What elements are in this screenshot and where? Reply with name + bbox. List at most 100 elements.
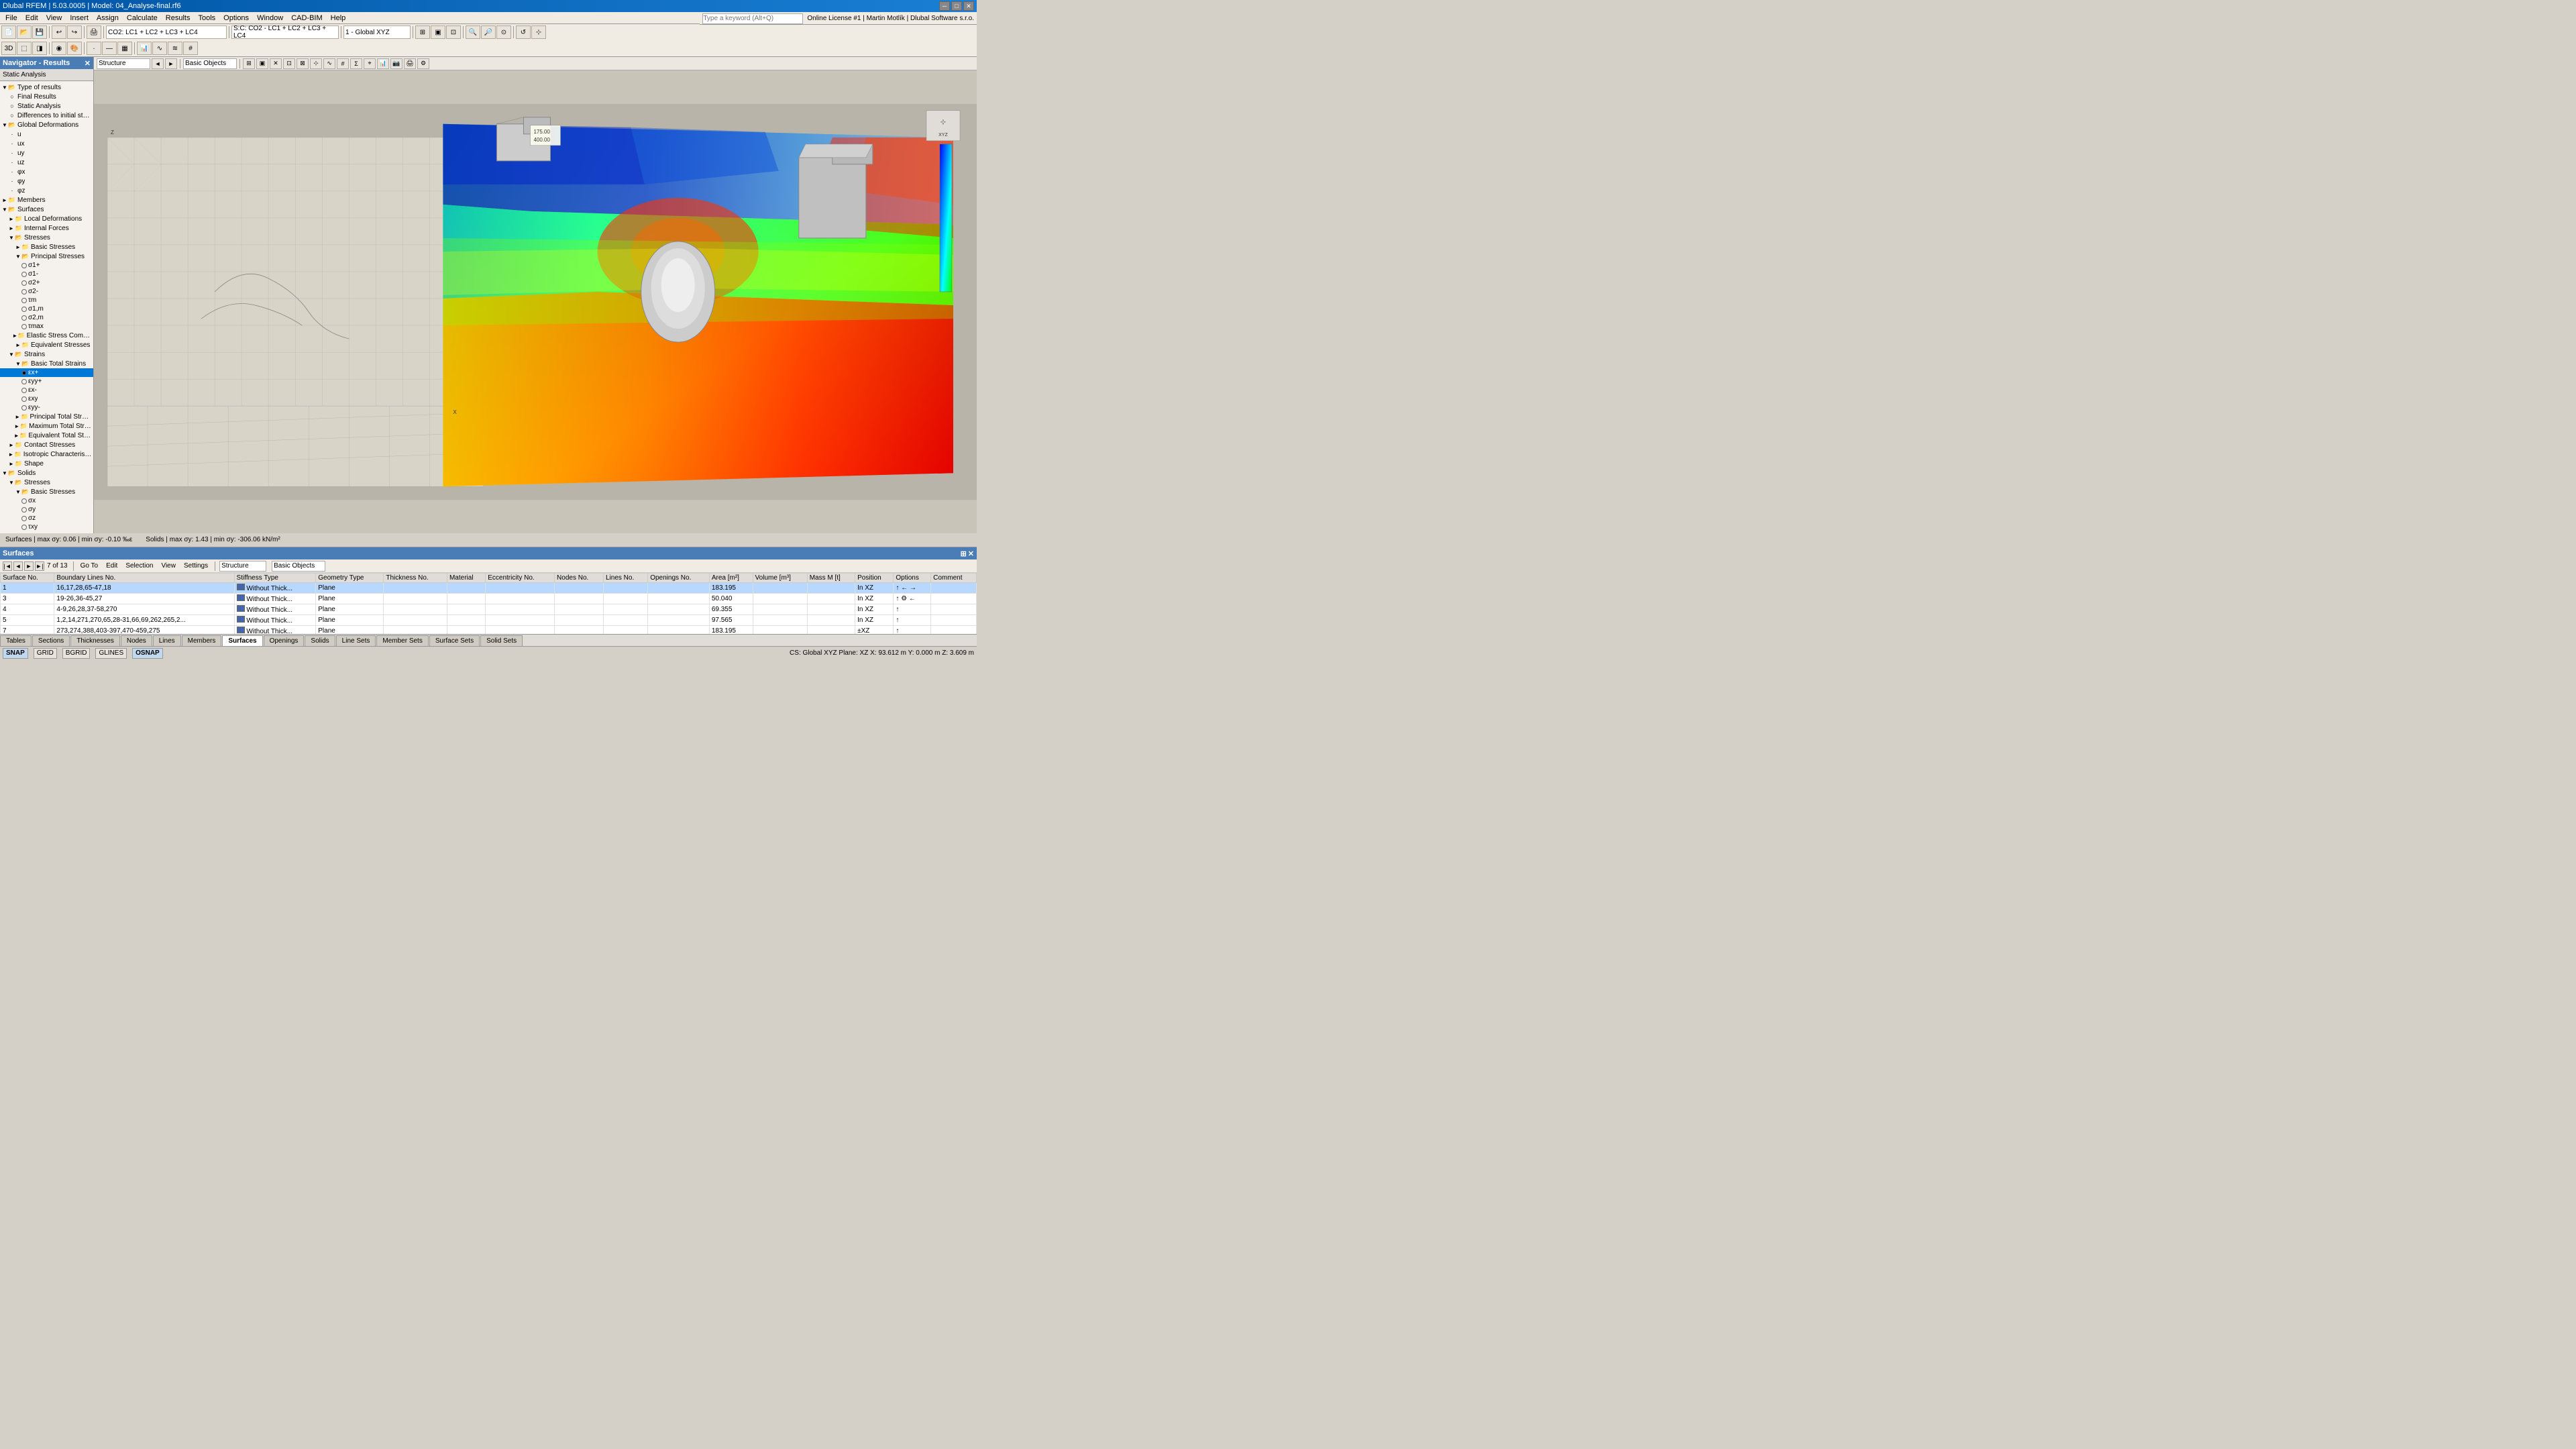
tree-radio-sigma-2m[interactable] (21, 315, 27, 321)
tree-item-solids-stresses[interactable]: ▼📂Stresses (0, 478, 93, 487)
tree-expand-solids-stresses[interactable]: ▼ (8, 479, 15, 486)
tab-surface-sets[interactable]: Surface Sets (429, 635, 480, 646)
tree-expand-basic-total-strains[interactable]: ▼ (15, 360, 21, 367)
tree-radio-eps-xx-m[interactable] (21, 388, 27, 393)
view3d-button[interactable]: 3D (1, 42, 16, 55)
status-glines[interactable]: GLINES (95, 648, 127, 659)
tree-item-maximum-total-strains[interactable]: ►📁Maximum Total Strains (0, 421, 93, 431)
tree-item-eps-yy-p[interactable]: εyy+ (0, 377, 93, 386)
surfaces-combo-objects[interactable]: Basic Objects (272, 561, 325, 572)
tree-item-shape[interactable]: ►📁Shape (0, 459, 93, 468)
tree-item-members[interactable]: ►📁Members (0, 195, 93, 205)
tab-tables[interactable]: Tables (0, 635, 32, 646)
vp-btn-9[interactable]: Σ (350, 58, 362, 69)
tree-item-sigma-2m[interactable]: σ2,m (0, 313, 93, 322)
status-osnap[interactable]: OSNAP (132, 648, 163, 659)
tab-solids[interactable]: Solids (305, 635, 335, 646)
vp-btn-1[interactable]: ⊞ (243, 58, 255, 69)
tree-expand-local-deformations[interactable]: ► (8, 215, 15, 222)
tree-item-txy[interactable]: τxy (0, 523, 93, 531)
tree-item-final-results[interactable]: ○Final Results (0, 92, 93, 101)
tree-item-sigma-1m[interactable]: σ1,m (0, 305, 93, 313)
tree-item-diff-initial[interactable]: ○Differences to initial state (0, 111, 93, 120)
tree-item-txz[interactable]: τxz (0, 531, 93, 533)
tree-radio-eps-yy-m[interactable] (21, 405, 27, 411)
tree-expand-type-results[interactable]: ▼ (1, 84, 8, 91)
table-row[interactable]: 51,2,14,271,270,65,28-31,66,69,262,265,2… (1, 615, 977, 626)
tree-radio-eps-xy[interactable] (21, 396, 27, 402)
tree-item-by[interactable]: σy (0, 505, 93, 514)
menu-item-view[interactable]: View (42, 13, 66, 23)
tab-member-sets[interactable]: Member Sets (376, 635, 428, 646)
tree-item-contact-stresses[interactable]: ►📁Contact Stresses (0, 440, 93, 449)
view-btn-3[interactable]: ⊡ (446, 25, 461, 39)
tree-expand-members[interactable]: ► (1, 197, 8, 203)
vp-arrow-left[interactable]: ◄ (152, 58, 164, 69)
close-button[interactable]: ✕ (963, 1, 974, 11)
vp-btn-8[interactable]: # (337, 58, 349, 69)
tree-item-sigma-1-m[interactable]: σ1- (0, 270, 93, 278)
tree-expand-solids[interactable]: ▼ (1, 470, 8, 476)
tree-item-phi-y[interactable]: ·φy (0, 176, 93, 186)
tree-expand-strains[interactable]: ▼ (8, 351, 15, 358)
viewport[interactable]: Structure ◄ ► Basic Objects ⊞ ▣ ✕ ⊡ ⊠ ⊹ … (94, 57, 977, 533)
tree-radio-tau-m[interactable] (21, 298, 27, 303)
surface-button[interactable]: ▦ (117, 42, 132, 55)
tree-radio-eps-x-p[interactable] (21, 370, 27, 376)
tree-expand-equiv-total-strains[interactable]: ► (13, 432, 19, 439)
rotate-button[interactable]: ↺ (516, 25, 531, 39)
tree-item-isotropic-char[interactable]: ►📁Isotropic Characteristics (0, 449, 93, 459)
vp-btn-11[interactable]: 📊 (377, 58, 389, 69)
tree-item-phi-x[interactable]: ·φx (0, 167, 93, 176)
vp-btn-3[interactable]: ✕ (270, 58, 282, 69)
tree-radio-txz[interactable] (21, 533, 27, 534)
tree-item-elastic-stress[interactable]: ►📁Elastic Stress Components (0, 331, 93, 340)
nav-prev-button[interactable]: ◄ (13, 561, 23, 571)
tree-expand-surfaces[interactable]: ▼ (1, 206, 8, 213)
tree-item-principal-stresses[interactable]: ▼📂Principal Stresses (0, 252, 93, 261)
tree-expand-principal-total-strains[interactable]: ► (14, 413, 21, 420)
canvas-area[interactable]: Structure ◄ ► Basic Objects ⊞ ▣ ✕ ⊡ ⊠ ⊹ … (94, 57, 977, 533)
tree-item-type-results[interactable]: ▼📂Type of results (0, 83, 93, 92)
keyword-search-input[interactable] (702, 13, 803, 24)
tree-radio-sigma-2-m[interactable] (21, 289, 27, 294)
tree-expand-solids-basic-stresses[interactable]: ▼ (15, 488, 21, 495)
tree-item-solids[interactable]: ▼📂Solids (0, 468, 93, 478)
tree-expand-isotropic-char[interactable]: ► (8, 451, 15, 458)
tree-item-principal-total-strains[interactable]: ►📁Principal Total Strains (0, 412, 93, 421)
tree-item-sigma-1-p[interactable]: σ1+ (0, 261, 93, 270)
vp-arrow-right[interactable]: ► (165, 58, 177, 69)
tab-openings[interactable]: Openings (264, 635, 305, 646)
tree-radio-txy[interactable] (21, 525, 27, 530)
table-row[interactable]: 319-26,36-45,27 Without Thick...Plane50.… (1, 594, 977, 604)
tree-item-eps-xx-m[interactable]: εx- (0, 386, 93, 394)
tab-line-sets[interactable]: Line Sets (336, 635, 376, 646)
tree-item-uy[interactable]: ·uy (0, 148, 93, 158)
vp-combo-display[interactable]: Structure (97, 58, 150, 69)
zoom-in-button[interactable]: 🔍 (466, 25, 480, 39)
menu-item-file[interactable]: File (1, 13, 21, 23)
combo-result-type[interactable]: S:C: CO2 - LC1 + LC2 + LC3 + LC4 (231, 25, 339, 39)
tree-item-phi-z[interactable]: ·φz (0, 186, 93, 195)
status-snap[interactable]: SNAP (3, 648, 28, 659)
surfaces-expand-icon[interactable]: ⊞ (961, 549, 967, 558)
tree-radio-sigma-1-m[interactable] (21, 272, 27, 277)
tree-radio-bz[interactable] (21, 516, 27, 521)
menu-item-edit[interactable]: Edit (21, 13, 42, 23)
tree-radio-sigma-1m[interactable] (21, 307, 27, 312)
menu-item-cad-bim[interactable]: CAD-BIM (287, 13, 326, 23)
tree-item-ux[interactable]: ·ux (0, 139, 93, 148)
shaded-button[interactable]: ◨ (32, 42, 47, 55)
zoom-out-button[interactable]: 🔎 (481, 25, 496, 39)
tree-item-tau-m[interactable]: τm (0, 296, 93, 305)
status-grid[interactable]: GRID (34, 648, 57, 659)
tree-item-sigma-2-m[interactable]: σ2- (0, 287, 93, 296)
result-diagram-button[interactable]: 📊 (137, 42, 152, 55)
vp-btn-12[interactable]: 📷 (390, 58, 402, 69)
open-button[interactable]: 📂 (17, 25, 32, 39)
tree-expand-stresses[interactable]: ▼ (8, 234, 15, 241)
vp-btn-5[interactable]: ⊠ (297, 58, 309, 69)
table-row[interactable]: 7273,274,388,403-397,470-459,275 Without… (1, 626, 977, 635)
vp-btn-13[interactable]: 🖨 (404, 58, 416, 69)
view-btn-2[interactable]: ▣ (431, 25, 445, 39)
